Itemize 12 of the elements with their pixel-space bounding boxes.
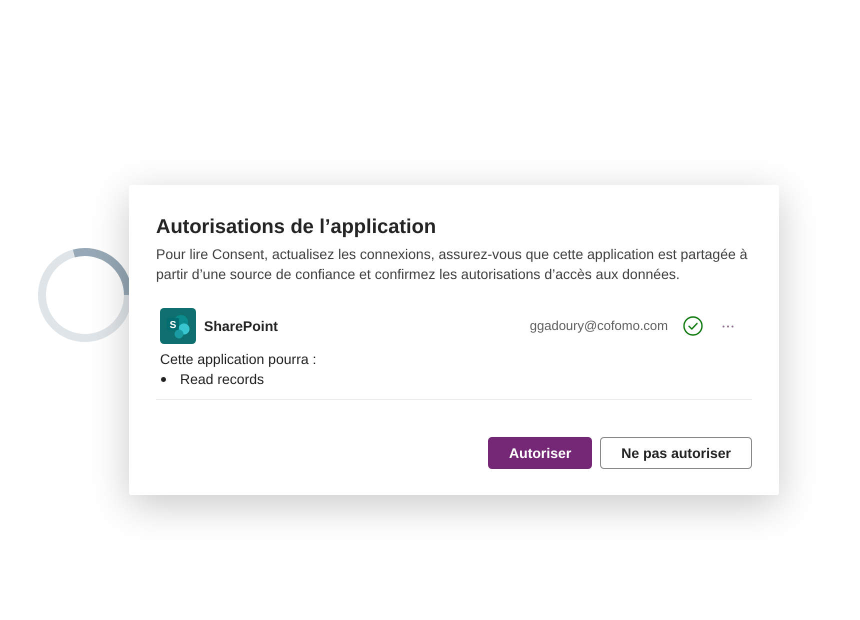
permission-item: Read records: [180, 370, 264, 389]
app-name: SharePoint: [204, 316, 278, 336]
bullet-icon: [161, 376, 166, 382]
more-options-icon[interactable]: [722, 324, 734, 328]
allow-button[interactable]: Autoriser: [488, 437, 592, 469]
deny-button[interactable]: Ne pas autoriser: [600, 437, 752, 469]
dialog-description: Pour lire Consent, actualisez les connexions, assurez-vous que cette application est partagée à partir d’une source de confiance et confirmez les autorisations d’accès aux données.: [156, 245, 748, 284]
account-email: ggadoury@cofomo.com: [530, 317, 668, 336]
loading-spinner-icon: [38, 248, 129, 342]
dialog-title: Autorisations de l’application: [156, 215, 438, 240]
permissions-heading: Cette application pourra :: [159, 350, 318, 369]
app-logo-icon: S: [160, 308, 196, 344]
